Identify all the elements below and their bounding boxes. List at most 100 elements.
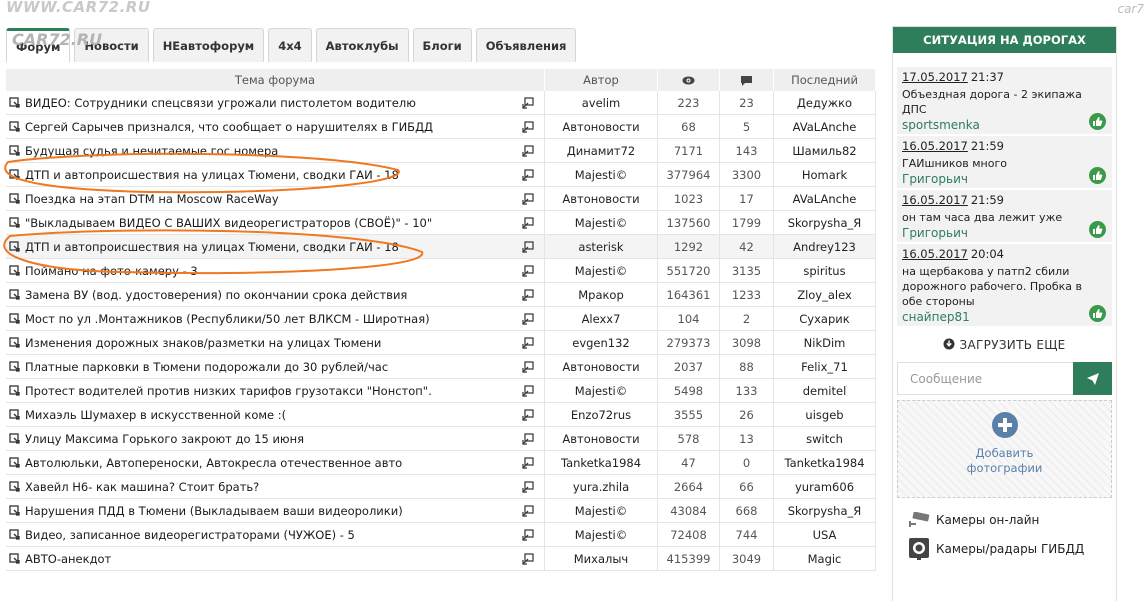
author-link[interactable]: Majesti© xyxy=(544,378,658,403)
last-post-icon[interactable] xyxy=(522,240,534,253)
topic-link[interactable]: Автолюльки, Автопереноски, Автокресла от… xyxy=(21,456,522,470)
author-link[interactable]: Динамит72 xyxy=(544,138,658,163)
author-link[interactable]: Majesti© xyxy=(544,210,658,235)
news-user[interactable]: sportsmenka xyxy=(902,118,1106,132)
author-link[interactable]: Автоновости xyxy=(544,114,658,139)
author-link[interactable]: Автоновости xyxy=(544,186,658,211)
last-poster-link[interactable]: Дедужко xyxy=(773,91,876,115)
topic-link[interactable]: Видео, записанное видеорегистраторами (Ч… xyxy=(21,528,522,542)
author-link[interactable]: avelim xyxy=(544,91,658,115)
author-link[interactable]: Majesti© xyxy=(544,498,658,523)
topic-link[interactable]: ВИДЕО: Сотрудники спецсвязи угрожали пис… xyxy=(21,96,522,110)
last-post-icon[interactable] xyxy=(522,336,534,349)
author-link[interactable]: Enzo72rus xyxy=(544,402,658,427)
author-link[interactable]: Majesti© xyxy=(544,522,658,547)
send-button[interactable] xyxy=(1073,362,1112,395)
news-user[interactable]: Григорьич xyxy=(902,172,1106,186)
topic-link[interactable]: Изменения дорожных знаков/разметки на ул… xyxy=(21,336,522,350)
last-post-icon[interactable] xyxy=(522,312,534,325)
topic-link[interactable]: Будущая судья и нечитаемые гос.номера xyxy=(21,144,522,158)
author-link[interactable]: Мракор xyxy=(544,282,658,307)
cameras-online-link[interactable]: Камеры он-лайн xyxy=(907,512,1116,528)
news-date[interactable]: 16.05.2017 xyxy=(902,139,968,153)
tab-2[interactable]: НЕавтофорум xyxy=(152,28,265,62)
last-post-icon[interactable] xyxy=(522,528,534,541)
last-post-icon[interactable] xyxy=(522,216,534,229)
last-post-icon[interactable] xyxy=(522,144,534,157)
last-post-icon[interactable] xyxy=(522,504,534,517)
last-poster-link[interactable]: USA xyxy=(773,522,876,547)
message-input[interactable]: Сообщение xyxy=(897,362,1073,395)
tab-5[interactable]: Блоги xyxy=(412,28,472,62)
last-poster-link[interactable]: AVaLAnche xyxy=(773,114,876,139)
last-poster-link[interactable]: uisgeb xyxy=(773,402,876,427)
last-poster-link[interactable]: Сухарик xyxy=(773,306,876,331)
last-post-icon[interactable] xyxy=(522,384,534,397)
last-poster-link[interactable]: Tanketka1984 xyxy=(773,450,876,475)
last-poster-link[interactable]: Skorpysha_Я xyxy=(773,498,876,523)
last-post-icon[interactable] xyxy=(522,432,534,445)
last-post-icon[interactable] xyxy=(522,408,534,421)
last-poster-link[interactable]: Zloy_alex xyxy=(773,282,876,307)
author-link[interactable]: Михалыч xyxy=(544,546,658,571)
last-poster-link[interactable]: Skorpysha_Я xyxy=(773,210,876,235)
last-post-icon[interactable] xyxy=(522,288,534,301)
author-link[interactable]: evgen132 xyxy=(544,330,658,355)
last-post-icon[interactable] xyxy=(522,264,534,277)
topic-link[interactable]: Платные парковки в Тюмени подорожали до … xyxy=(21,360,522,374)
header-views[interactable] xyxy=(657,69,720,91)
author-link[interactable]: Tanketka1984 xyxy=(544,450,658,475)
topic-link[interactable]: АВТО-анекдот xyxy=(21,552,522,566)
topic-link[interactable]: Нарушения ПДД в Тюмени (Выкладываем ваши… xyxy=(21,504,522,518)
last-poster-link[interactable]: Felix_71 xyxy=(773,354,876,379)
header-last[interactable]: Последний xyxy=(773,69,876,91)
thumbs-up-icon[interactable] xyxy=(1089,221,1106,238)
author-link[interactable]: Автоновости xyxy=(544,354,658,379)
thumbs-up-icon[interactable] xyxy=(1089,305,1106,322)
tab-3[interactable]: 4x4 xyxy=(268,28,312,62)
author-link[interactable]: yura.zhila xyxy=(544,474,658,499)
topic-link[interactable]: Поездка на этап DTM на Moscow RaceWay xyxy=(21,192,522,206)
tab-4[interactable]: Автоклубы xyxy=(315,28,409,62)
header-posts[interactable] xyxy=(719,69,774,91)
add-photo-button[interactable]: Добавить фотографии xyxy=(897,400,1112,498)
thumbs-up-icon[interactable] xyxy=(1089,113,1106,130)
topic-link[interactable]: Сергей Сарычев признался, что сообщает о… xyxy=(21,120,522,134)
header-topic[interactable]: Тема форума xyxy=(6,69,545,91)
tab-6[interactable]: Объявления xyxy=(475,28,577,62)
last-post-icon[interactable] xyxy=(522,456,534,469)
topic-link[interactable]: Замена ВУ (вод. удостоверения) по оконча… xyxy=(21,288,522,302)
last-poster-link[interactable]: spiritus xyxy=(773,258,876,283)
last-poster-link[interactable]: Homark xyxy=(773,162,876,187)
topic-link[interactable]: Улицу Максима Горького закроют до 15 июн… xyxy=(21,432,522,446)
thumbs-up-icon[interactable] xyxy=(1089,167,1106,184)
topic-link[interactable]: ДТП и автопроисшествия на улицах Тюмени,… xyxy=(21,168,522,182)
author-link[interactable]: Majesti© xyxy=(544,258,658,283)
topic-link[interactable]: ДТП и автопроисшествия на улицах Тюмени,… xyxy=(21,240,522,254)
news-date[interactable]: 16.05.2017 xyxy=(902,193,968,207)
last-poster-link[interactable]: Шамиль82 xyxy=(773,138,876,163)
author-link[interactable]: asterisk xyxy=(544,234,658,259)
last-post-icon[interactable] xyxy=(522,168,534,181)
author-link[interactable]: Автоновости xyxy=(544,426,658,451)
last-poster-link[interactable]: AVaLAnche xyxy=(773,186,876,211)
gibdd-cameras-link[interactable]: Камеры/радары ГИБДД xyxy=(907,538,1116,560)
last-post-icon[interactable] xyxy=(522,192,534,205)
last-poster-link[interactable]: Andrey123 xyxy=(773,234,876,259)
topic-link[interactable]: Хавейл Н6- как машина? Стоит брать? xyxy=(21,480,522,494)
news-user[interactable]: снайпер81 xyxy=(902,310,1106,324)
load-more-button[interactable]: ЗАГРУЗИТЬ ЕЩЕ xyxy=(893,338,1116,352)
news-user[interactable]: Григорьич xyxy=(902,226,1106,240)
last-poster-link[interactable]: yuram606 xyxy=(773,474,876,499)
topic-link[interactable]: Поймано на фото-камеру - 3 xyxy=(21,264,522,278)
last-post-icon[interactable] xyxy=(522,360,534,373)
last-post-icon[interactable] xyxy=(522,120,534,133)
topic-link[interactable]: Мост по ул .Монтажников (Республики/50 л… xyxy=(21,312,522,326)
topic-link[interactable]: "Выкладываем ВИДЕО С ВАШИХ видеорегистра… xyxy=(21,216,522,230)
author-link[interactable]: Alexx7 xyxy=(544,306,658,331)
author-link[interactable]: Majesti© xyxy=(544,162,658,187)
topic-link[interactable]: Михаэль Шумахер в искусственной коме :( xyxy=(21,408,522,422)
last-poster-link[interactable]: switch xyxy=(773,426,876,451)
last-post-icon[interactable] xyxy=(522,480,534,493)
last-poster-link[interactable]: NikDim xyxy=(773,330,876,355)
